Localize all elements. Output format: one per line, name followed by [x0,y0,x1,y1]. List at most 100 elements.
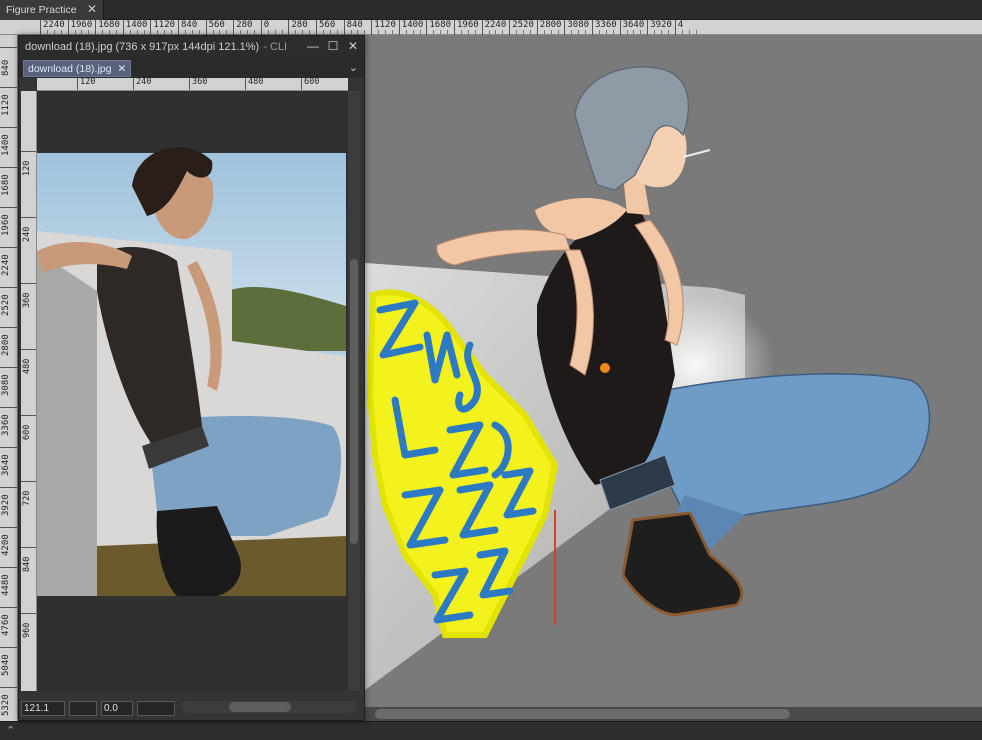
scroll-thumb[interactable] [229,702,291,712]
vertical-ruler[interactable]: 840 1120 1400 1680 1960 2240 2520 2800 3080 3360 3… [0,35,18,725]
rotation-slider[interactable] [137,700,175,716]
ruler-minor-tick [391,30,393,34]
ruler-minor-tick [516,30,518,34]
ruler-tick-label: 3920 [0,487,17,527]
ruler-minor-tick [550,30,552,34]
scroll-thumb[interactable] [375,709,790,719]
sub-window-status-bar: 121.1 0.0 [21,698,362,718]
ruler-tick-label: 480 [245,78,263,90]
horizontal-ruler[interactable]: 2240 1960 1680 1400 1120 840 560 280 0 280 560 840 1… [0,20,982,35]
ruler-minor-tick [336,30,338,34]
ruler-minor-tick [667,30,669,34]
ruler-tick-label: 840 [178,20,197,35]
sub-window-vertical-scrollbar[interactable] [348,91,360,691]
tab-label: download (18).jpg [28,62,112,75]
minimize-icon[interactable]: — [306,39,320,53]
ruler-minor-tick [654,30,656,34]
sub-window-vertical-ruler[interactable]: 120 240 360 480 600 720 840 960 [21,91,37,691]
ruler-minor-tick [557,30,559,34]
canvas-horizontal-scrollbar[interactable] [365,707,982,721]
ruler-tick-label: 1120 [0,87,17,127]
ruler-minor-tick [661,30,662,34]
ruler-minor-tick [191,30,193,34]
ruler-minor-tick [523,30,524,34]
app-window: Figure Practice ✕ 2240 1960 1680 1400 1120 84… [0,0,982,740]
sub-view-window[interactable]: download (18).jpg (736 x 917px 144dpi 12… [18,35,365,721]
ruler-minor-tick [447,30,449,34]
chevrons-up-icon[interactable]: ⌃ [6,724,15,737]
ruler-minor-tick [198,30,200,34]
ruler-minor-tick [329,30,331,34]
ruler-minor-tick [695,30,697,34]
sub-window-title-bar[interactable]: download (18).jpg (736 x 917px 144dpi 12… [19,36,364,58]
ruler-tick-label: 280 [233,20,252,35]
ruler-minor-tick [357,30,359,34]
ruler-tick-label: 480 [21,349,36,415]
tab-figure-practice[interactable]: Figure Practice ✕ [0,0,104,20]
ruler-minor-tick [440,30,442,34]
ruler-minor-tick [53,30,55,34]
close-icon[interactable]: ✕ [346,39,360,53]
rotation-field[interactable]: 0.0 [101,700,133,716]
ruler-minor-tick [412,30,414,34]
ruler-minor-tick [157,30,159,34]
ruler-tick-label: 560 [316,20,335,35]
close-icon[interactable]: ✕ [117,63,126,75]
ruler-minor-tick [295,30,297,34]
ruler-tick-label: 240 [133,78,151,90]
ruler-tick-label: 1680 [0,167,17,207]
ruler-minor-tick [274,30,276,34]
ruler-minor-tick [640,30,642,34]
main-canvas[interactable] [365,35,982,707]
ruler-minor-tick [626,30,628,34]
ruler-tick-label: 4200 [0,527,17,567]
ruler-minor-tick [502,30,504,34]
ruler-tick-label: 4480 [0,567,17,607]
sub-window-title: download (18).jpg (736 x 917px 144dpi 12… [25,41,260,53]
ruler-tick-label: 960 [21,613,36,679]
ruler-minor-tick [240,30,242,34]
ruler-minor-tick [350,30,352,34]
ruler-minor-tick [46,30,48,34]
ruler-tick-label: 3080 [0,367,17,407]
maximize-icon[interactable]: ☐ [326,39,340,53]
ruler-minor-tick [605,30,607,34]
ruler-tick-label: 360 [21,283,36,349]
ruler-minor-tick [419,30,421,34]
status-bar: ⌃ [0,721,982,740]
sub-window-horizontal-scrollbar[interactable] [181,701,357,713]
illustration [365,66,931,690]
ruler-minor-tick [302,30,304,34]
ruler-minor-tick [571,30,573,34]
ruler-tick-label: 720 [21,481,36,547]
ruler-minor-tick [364,30,366,34]
zoom-field[interactable]: 121.1 [21,700,65,716]
tab-download-18[interactable]: download (18).jpg ✕ [23,60,132,77]
ruler-minor-tick [164,30,166,34]
ruler-minor-tick [184,30,186,34]
chevron-down-icon[interactable]: ⌄ [349,61,358,74]
document-tab-bar: Figure Practice ✕ [0,0,982,20]
reference-image-view[interactable] [37,91,348,691]
ruler-tick-label: 560 [205,20,225,35]
ruler-minor-tick [109,30,110,34]
ruler-minor-tick [226,30,228,34]
ruler-tick-label: 120 [77,78,95,90]
sub-window-title-suffix: - CLI [263,41,288,53]
ruler-minor-tick [81,30,83,34]
ruler-minor-tick [529,30,531,34]
ruler-tick-label: 120 [21,151,36,217]
scroll-thumb[interactable] [350,259,358,544]
ruler-tick-label: 1400 [0,127,17,167]
ruler-minor-tick [74,30,76,34]
ruler-minor-tick [253,30,255,34]
ruler-minor-tick [102,30,104,34]
zoom-slider[interactable] [69,700,97,716]
close-icon[interactable]: ✕ [87,2,97,16]
reference-photo [37,147,346,596]
ruler-tick-label: 600 [21,415,36,481]
sub-window-horizontal-ruler[interactable]: 120 240 360 480 600 [37,78,348,91]
ruler-minor-tick [460,30,462,34]
ruler-minor-tick [309,30,311,34]
ruler-minor-tick [681,30,683,34]
